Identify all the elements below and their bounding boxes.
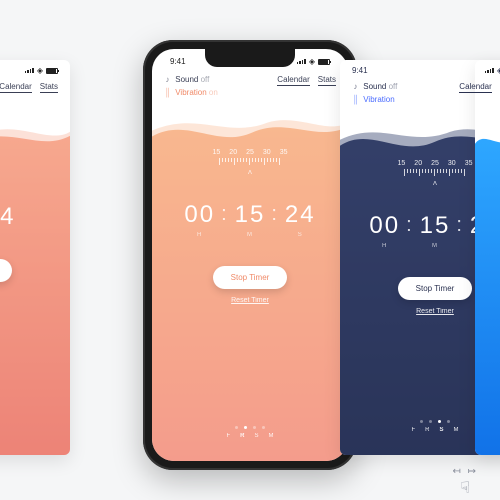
minute-ruler[interactable]: 1520253035 ˄: [213, 149, 288, 177]
nav-stats[interactable]: Stats: [318, 75, 336, 86]
vibration-toggle[interactable]: ║ Vibration: [352, 95, 397, 104]
status-bar: 9:41 ◈: [352, 66, 500, 75]
page-dots[interactable]: [235, 426, 265, 429]
hand-pointer-icon: ☟: [460, 478, 470, 498]
signal-icon: [25, 68, 34, 73]
sound-toggle[interactable]: ♪ Sound off: [352, 82, 397, 91]
timer-readout: 15 : 24: [0, 203, 15, 231]
nav-calendar[interactable]: Calendar: [0, 82, 32, 93]
reset-timer-link[interactable]: Reset Timer: [231, 297, 269, 304]
nav-calendar[interactable]: Calendar: [459, 82, 491, 93]
timer-hours: 00: [369, 212, 400, 240]
page-dots[interactable]: [420, 420, 450, 423]
caret-up-icon: ˄: [398, 179, 473, 188]
wave-backdrop: [475, 118, 500, 455]
caret-up-icon: ˄: [213, 168, 288, 177]
sound-icon: ♪: [352, 82, 359, 91]
battery-icon: [318, 59, 330, 65]
sound-toggle[interactable]: ♪ Sound off: [164, 75, 218, 84]
signal-icon: [297, 59, 306, 64]
device-notch: [205, 49, 295, 67]
mode-letters[interactable]: FRSM: [226, 433, 273, 439]
mode-letters[interactable]: FRSM: [411, 427, 458, 433]
signal-icon: [485, 68, 494, 73]
wifi-icon: ◈: [37, 66, 43, 75]
pager: FRSM: [0, 420, 70, 433]
timer-seconds: 24: [285, 201, 316, 229]
swipe-gesture-icon: ↤ ↦ ☟: [452, 466, 478, 498]
stop-timer-button[interactable]: Stop Timer: [213, 266, 288, 289]
timer-seconds: 24: [0, 203, 15, 231]
timer-readout: 00H : 15M : 24S: [184, 201, 315, 238]
timer-minutes: 15: [420, 212, 451, 240]
status-bar: ◈: [0, 66, 58, 75]
vibration-toggle[interactable]: ║ Vibration on: [164, 88, 218, 97]
reset-timer-link[interactable]: Reset Timer: [416, 308, 454, 315]
nav-stats[interactable]: Stats: [40, 82, 58, 93]
battery-icon: [46, 68, 58, 74]
stop-timer-button[interactable]: Stop Timer: [0, 259, 12, 282]
screen-variant-coral: ◈ Calendar Stats ˄: [0, 60, 70, 455]
sound-icon: ♪: [164, 75, 171, 84]
mockup-row: ◈ Calendar Stats ˄: [0, 0, 500, 500]
timer-hours: 00: [184, 201, 215, 229]
wifi-icon: ◈: [309, 57, 315, 66]
vibration-icon: ║: [164, 88, 171, 97]
timer-panel: ˄ 15 : 24 Stop Timer Reset Timer FRSM: [0, 118, 70, 455]
phone-device-frame: 9:41 ◈ ♪ Sound off ║ Vibration: [143, 40, 357, 470]
status-time: 9:41: [170, 57, 186, 66]
status-time: 9:41: [352, 66, 368, 75]
stop-timer-button[interactable]: Stop Timer: [398, 277, 473, 300]
screen-variant-peach: 9:41 ◈ ♪ Sound off ║ Vibration: [152, 49, 348, 461]
nav-calendar[interactable]: Calendar: [277, 75, 309, 86]
timer-minutes: 15: [235, 201, 266, 229]
pager: FRSM: [152, 426, 348, 439]
minute-ruler[interactable]: 1520253035 ˄: [398, 160, 473, 188]
timer-panel: 1520253035 ˄ 00H : 15M :: [152, 107, 348, 461]
vibration-icon: ║: [352, 95, 359, 104]
